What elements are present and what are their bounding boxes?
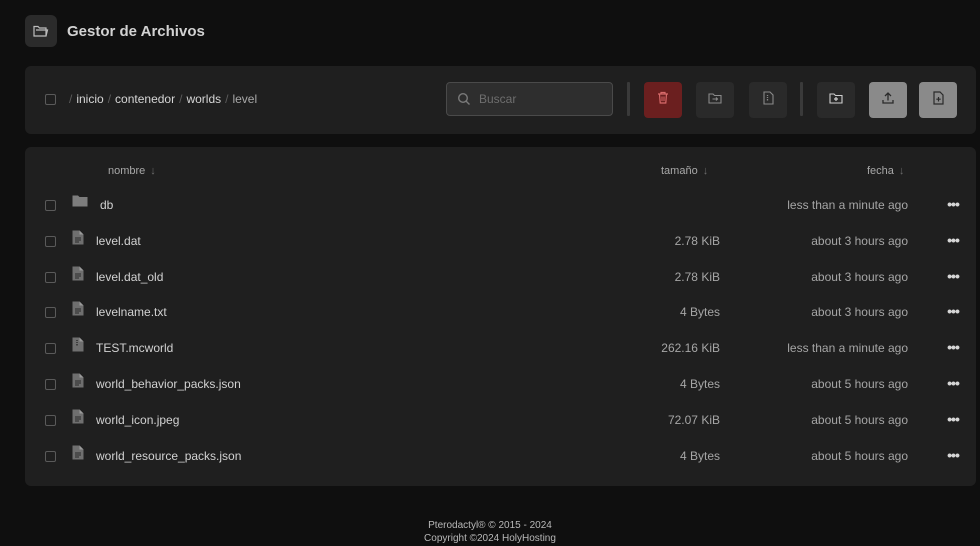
folder-icon [72, 194, 88, 207]
file-size: 262.16 KiB [661, 341, 720, 356]
file-size: 2.78 KiB [674, 269, 720, 284]
file-archive-icon [762, 90, 774, 110]
file-name[interactable]: world_icon.jpeg [96, 413, 179, 427]
folder-row[interactable]: db less than a minute ago ••• [25, 186, 976, 222]
file-name[interactable]: level.dat_old [96, 270, 163, 284]
page-footer: Pterodactyl® © 2015 - 2024 Copyright ©20… [0, 519, 980, 545]
archive-button[interactable] [749, 82, 787, 118]
file-row[interactable]: world_icon.jpeg 72.07 KiB about 5 hours ag… [25, 401, 976, 437]
breadcrumb-item-worlds[interactable]: worlds [186, 92, 221, 106]
file-size: 2.78 KiB [674, 233, 720, 248]
row-checkbox[interactable] [45, 307, 56, 319]
breadcrumb: / inicio / contenedor / worlds / level [69, 92, 257, 106]
more-options-icon[interactable]: ••• [945, 445, 961, 465]
row-checkbox[interactable] [45, 414, 56, 426]
upload-button[interactable] [869, 82, 907, 118]
move-button[interactable] [696, 82, 734, 118]
row-checkbox[interactable] [45, 379, 56, 390]
footer-credit: Pterodactyl® © 2015 - 2024 [428, 520, 552, 531]
file-list: nombre ↓ tamaño ↓ fecha ↓ db less than a min… [25, 147, 976, 486]
row-checkbox[interactable] [45, 235, 56, 247]
new-file-button[interactable] [919, 82, 957, 118]
file-icon [72, 409, 84, 424]
breadcrumb-separator: / [107, 92, 112, 106]
breadcrumb-separator: / [69, 92, 73, 106]
file-name[interactable]: TEST.mcworld [96, 341, 173, 355]
file-row[interactable]: level.dat_old 2.78 KiB about 3 hours ago ••… [25, 258, 976, 294]
file-icon [72, 373, 84, 388]
delete-button[interactable] [644, 82, 682, 118]
row-checkbox[interactable] [45, 450, 56, 462]
file-row[interactable]: levelname.txt 4 Bytes about 3 hours ago ••• [25, 293, 976, 329]
row-checkbox[interactable] [45, 271, 56, 283]
file-date: less than a minute ago [787, 341, 908, 356]
column-header-date[interactable]: fecha ↓ [867, 165, 904, 177]
file-name[interactable]: db [100, 198, 113, 212]
file-name[interactable]: levelname.txt [96, 305, 167, 319]
file-date: about 3 hours ago [811, 305, 908, 320]
file-icon [72, 266, 84, 281]
search-input[interactable] [477, 91, 601, 107]
upload-icon [881, 91, 895, 110]
file-archive-icon [72, 337, 84, 352]
sort-arrow-icon: ↓ [702, 165, 709, 177]
file-name[interactable]: world_resource_packs.json [96, 449, 241, 463]
file-date: about 5 hours ago [811, 377, 908, 391]
column-header-size[interactable]: tamaño ↓ [661, 165, 708, 177]
select-all-checkbox[interactable] [45, 94, 56, 105]
more-options-icon[interactable]: ••• [945, 194, 961, 214]
more-options-icon[interactable]: ••• [945, 337, 961, 357]
file-date: about 5 hours ago [811, 412, 908, 427]
sort-arrow-icon: ↓ [150, 165, 156, 177]
file-name[interactable]: level.dat [96, 234, 141, 248]
file-row[interactable]: level.dat 2.78 KiB about 3 hours ago ••• [25, 222, 976, 258]
more-options-icon[interactable]: ••• [945, 266, 961, 286]
file-icon [72, 301, 84, 316]
file-size: 4 Bytes [679, 377, 720, 391]
page-title: Gestor de Archivos [67, 22, 205, 40]
row-checkbox[interactable] [45, 343, 56, 355]
breadcrumb-item-level: level [232, 92, 258, 106]
more-options-icon[interactable]: ••• [945, 409, 961, 429]
search-icon [457, 92, 471, 106]
breadcrumb-item-contenedor[interactable]: contenedor [115, 92, 175, 106]
toolbar-divider [800, 82, 803, 116]
file-size: 4 Bytes [679, 305, 720, 320]
toolbar-divider [627, 82, 630, 116]
more-options-icon[interactable]: ••• [945, 230, 961, 250]
file-date: about 3 hours ago [811, 233, 908, 248]
file-icon [72, 445, 84, 460]
page-header: Gestor de Archivos [25, 15, 205, 47]
folder-plus-icon [829, 91, 843, 109]
search-box[interactable] [446, 82, 613, 116]
new-folder-button[interactable] [817, 82, 855, 118]
breadcrumb-separator: / [225, 92, 229, 106]
file-name[interactable]: world_behavior_packs.json [96, 377, 241, 391]
row-checkbox[interactable] [45, 200, 56, 211]
sort-arrow-icon: ↓ [898, 165, 905, 177]
file-date: less than a minute ago [787, 198, 908, 212]
file-row[interactable]: TEST.mcworld 262.16 KiB less than a minute… [25, 329, 976, 365]
folder-open-icon [25, 15, 57, 47]
footer-copyright: Copyright ©2024 HolyHosting [424, 533, 556, 544]
column-header-name[interactable]: nombre ↓ [108, 165, 156, 177]
file-date: about 3 hours ago [811, 269, 908, 284]
breadcrumb-separator: / [179, 92, 183, 106]
trash-icon [657, 91, 669, 109]
file-size: 4 Bytes [679, 448, 720, 463]
folder-move-icon [708, 91, 722, 109]
more-options-icon[interactable]: ••• [945, 301, 961, 321]
file-toolbar: / inicio / contenedor / worlds / level [25, 66, 976, 134]
more-options-icon[interactable]: ••• [945, 373, 961, 393]
file-row[interactable]: world_behavior_packs.json 4 Bytes about 5 … [25, 365, 976, 401]
file-size: 72.07 KiB [667, 412, 720, 427]
file-plus-icon [932, 90, 944, 110]
file-date: about 5 hours ago [811, 448, 908, 463]
breadcrumb-item-inicio[interactable]: inicio [76, 92, 103, 106]
file-row[interactable]: world_resource_packs.json 4 Bytes about 5 … [25, 437, 976, 473]
file-icon [72, 230, 84, 245]
